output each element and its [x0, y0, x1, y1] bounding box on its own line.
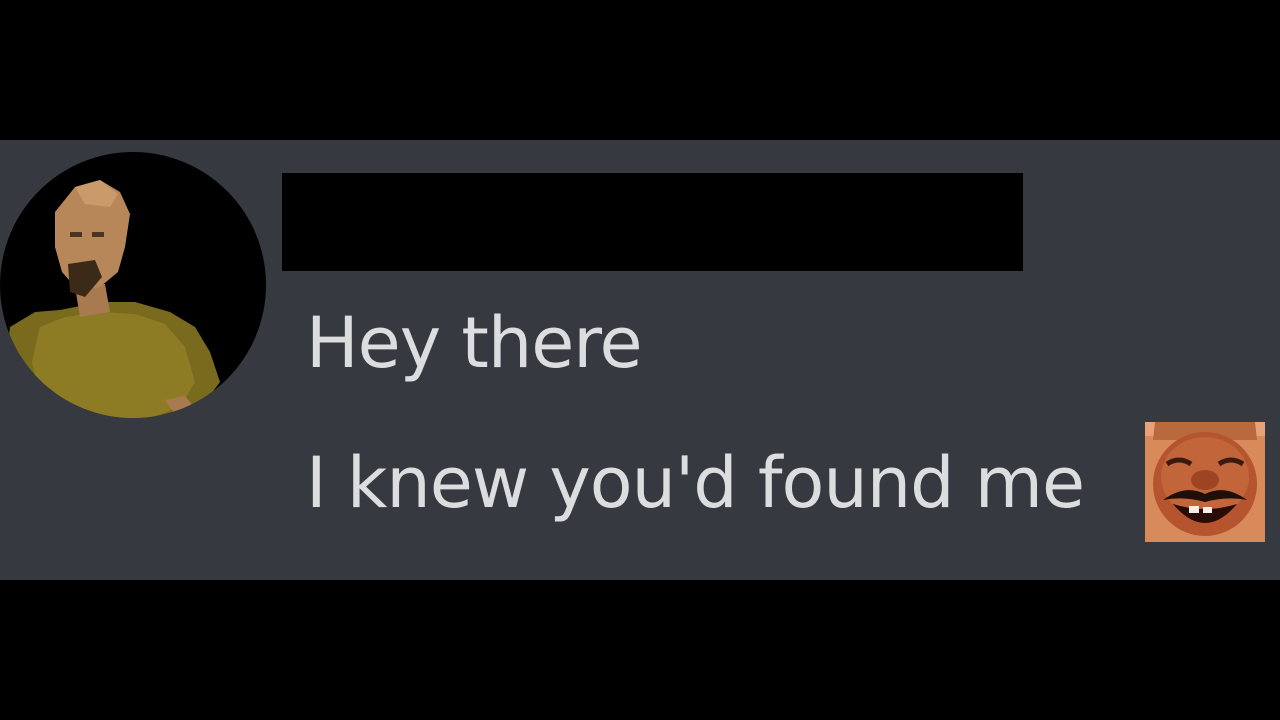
- message-line-2: I knew you'd found me: [306, 442, 1085, 524]
- chat-message: Hey there I knew you'd found me: [0, 140, 1280, 580]
- runescape-character-avatar-icon: [0, 152, 266, 418]
- user-avatar[interactable]: [0, 152, 266, 418]
- screenshot-frame: Hey there I knew you'd found me: [0, 0, 1280, 720]
- message-line-1: Hey there: [306, 302, 643, 384]
- redacted-username: [282, 173, 1023, 271]
- laughing-man-emoji-icon: [1145, 422, 1265, 542]
